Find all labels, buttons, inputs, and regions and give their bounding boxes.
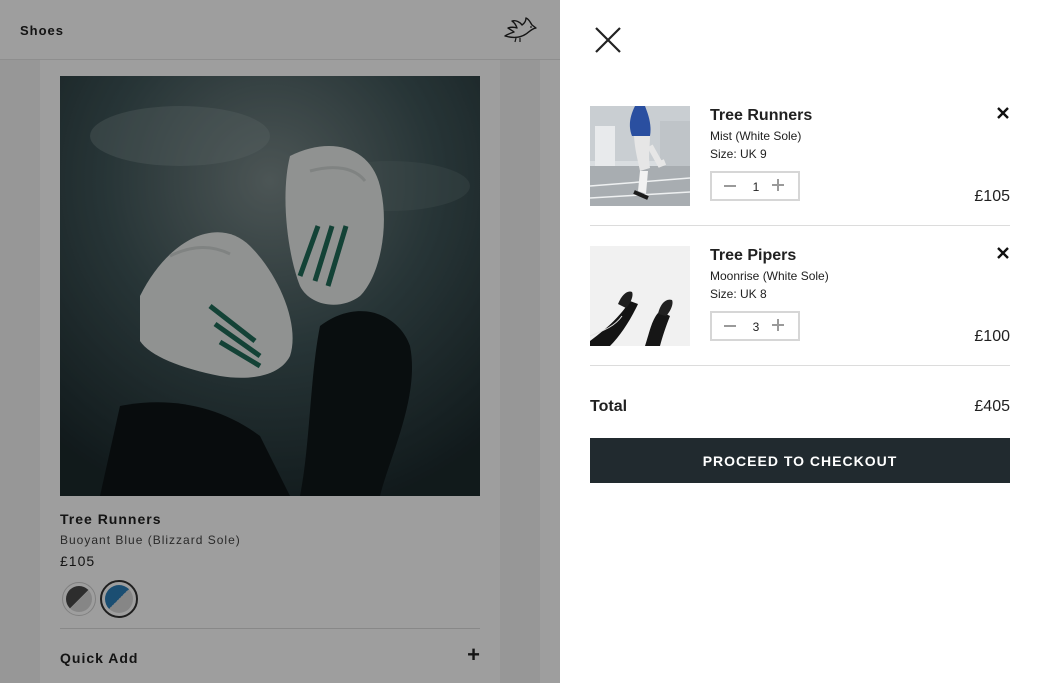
quantity-value[interactable]: 1: [748, 180, 764, 194]
total-label: Total: [590, 398, 628, 415]
remove-icon[interactable]: [996, 246, 1010, 260]
close-icon[interactable]: [592, 24, 624, 56]
remove-icon[interactable]: [996, 106, 1010, 120]
cart-item-variant: Mist (White Sole): [710, 129, 802, 143]
page-overlay[interactable]: [0, 0, 560, 683]
cart-item-price: £100: [974, 328, 1010, 345]
cart-item: Tree Pipers Moonrise (White Sole) Size: …: [590, 246, 1010, 366]
total-value: £405: [974, 398, 1010, 415]
checkout-button[interactable]: PROCEED TO CHECKOUT: [590, 438, 1010, 483]
cart-item-name[interactable]: Tree Pipers: [710, 247, 796, 265]
cart-item: Tree Runners Mist (White Sole) Size: UK …: [590, 106, 1010, 226]
cart-item-size: Size: UK 9: [710, 147, 767, 161]
minus-icon[interactable]: [724, 325, 736, 327]
cart-item-name[interactable]: Tree Runners: [710, 107, 812, 125]
cart-item-image[interactable]: [590, 246, 690, 346]
quantity-value[interactable]: 3: [748, 320, 764, 334]
plus-icon[interactable]: [772, 179, 784, 191]
cart-drawer: Tree Runners Mist (White Sole) Size: UK …: [560, 0, 1040, 683]
quantity-stepper: 1: [710, 171, 800, 201]
cart-item-size: Size: UK 8: [710, 287, 767, 301]
cart-item-variant: Moonrise (White Sole): [710, 269, 829, 283]
cart-item-price: £105: [974, 188, 1010, 205]
cart-item-image[interactable]: [590, 106, 690, 206]
quantity-stepper: 3: [710, 311, 800, 341]
plus-icon[interactable]: [772, 319, 784, 331]
minus-icon[interactable]: [724, 185, 736, 187]
